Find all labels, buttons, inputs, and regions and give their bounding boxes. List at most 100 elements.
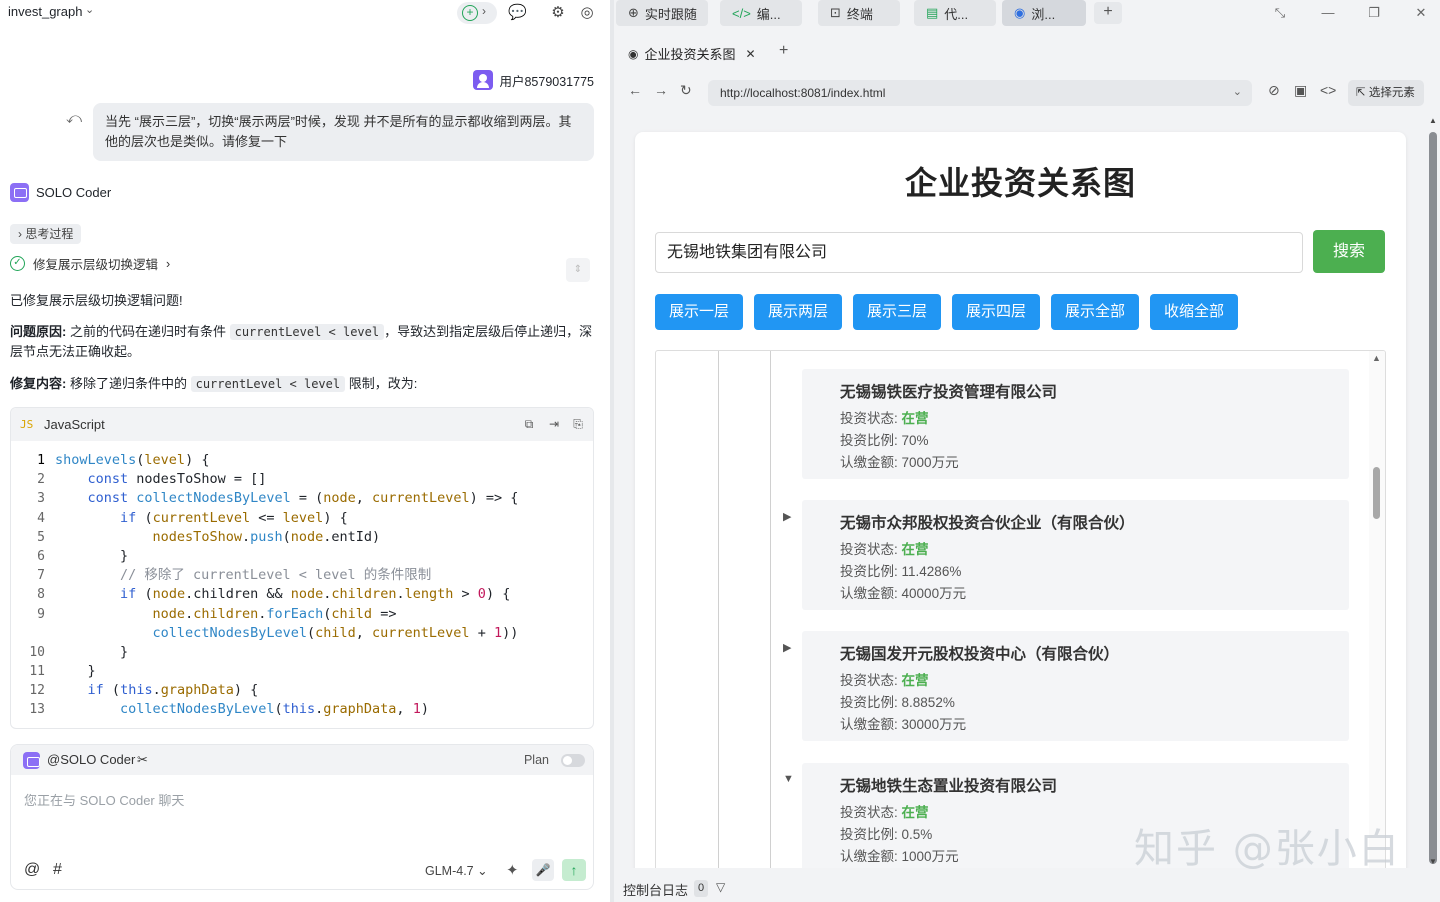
plan-toggle[interactable] <box>561 754 585 767</box>
scroll-up-icon[interactable]: ▲ <box>1429 116 1437 125</box>
tab-code[interactable]: ▤ 代... <box>914 0 996 26</box>
close-icon[interactable]: ✕ <box>746 47 756 61</box>
back-icon[interactable]: ← <box>628 82 642 98</box>
undo-icon[interactable]: ⤺ <box>66 110 82 127</box>
page-scrollbar[interactable]: ▲ ▼ <box>1426 112 1440 868</box>
collapse-arrow-icon[interactable]: ▼ <box>783 773 794 785</box>
field-label: 认缴金额: <box>840 455 898 470</box>
javascript-icon: JS <box>20 418 34 431</box>
context-button[interactable]: # <box>53 861 62 879</box>
chevron-down-icon[interactable]: ⌄ <box>1233 85 1242 98</box>
send-button[interactable]: ↑ <box>562 859 586 881</box>
show-level-3-button[interactable]: 展示三层 <box>853 294 941 330</box>
investment-status: 投资状态: 在营 <box>840 669 929 689</box>
tree-node[interactable]: ▶ 无锡国发开元股权投资中心（有限合伙） 投资状态: 在营 投资比例: 8.88… <box>783 631 1349 741</box>
search-button[interactable]: 搜索 <box>1313 230 1385 273</box>
chat-input[interactable]: 您正在与 SOLO Coder 聊天 <box>24 790 184 809</box>
browser-tab[interactable]: ◉ 企业投资关系图 ✕ <box>628 44 756 63</box>
agent-header: SOLO Coder <box>10 183 111 202</box>
apply-icon[interactable]: ⎘ <box>570 416 586 432</box>
show-level-1-button[interactable]: 展示一层 <box>655 294 743 330</box>
tree-node[interactable]: ▼ 无锡地铁生态置业投资有限公司 投资状态: 在营 投资比例: 0.5% 认缴金… <box>783 763 1349 868</box>
copy-icon[interactable]: ⧉ <box>521 416 537 432</box>
field-label: 投资比例: <box>840 827 898 842</box>
show-all-button[interactable]: 展示全部 <box>1051 294 1139 330</box>
expand-arrow-icon[interactable]: ▶ <box>783 641 791 654</box>
reply-cause: 问题原因: 之前的代码在递归时有条件 currentLevel < level，… <box>10 322 595 362</box>
terminal-icon: ⊡ <box>830 5 841 20</box>
code-line: 11 } <box>11 662 593 681</box>
add-context-button[interactable]: + › <box>457 2 497 24</box>
code-content: 1 showLevels(level) { 2 const nodesToShow… <box>11 441 593 720</box>
filter-icon[interactable]: ▽ <box>716 880 725 894</box>
step-item[interactable]: ✓ 修复展示层级切换逻辑 › <box>10 254 170 273</box>
chevron-right-icon: › <box>482 4 486 18</box>
mention-button[interactable]: @ <box>24 861 40 879</box>
insert-icon[interactable]: ⇥ <box>546 416 562 432</box>
tab-terminal[interactable]: ⊡ 终端 <box>818 0 900 26</box>
collapse-all-button[interactable]: 收缩全部 <box>1150 294 1238 330</box>
tab-browser[interactable]: ◉ 浏... <box>1002 0 1086 26</box>
microphone-icon[interactable]: 🎤 <box>532 859 554 881</box>
restore-icon[interactable]: ❐ <box>1364 3 1384 23</box>
chevron-down-icon[interactable]: ⌄ <box>85 3 94 16</box>
reload-icon[interactable]: ↻ <box>680 82 692 99</box>
account-icon[interactable]: ◎ <box>578 4 596 22</box>
page-container: 企业投资关系图 无锡地铁集团有限公司 搜索 展示一层 展示两层 展示三层 展示四… <box>635 132 1406 868</box>
code-line: 4 if (currentLevel <= level) { <box>11 509 593 528</box>
device-icon[interactable]: ▣ <box>1294 82 1307 99</box>
thinking-toggle[interactable]: › 思考过程 <box>10 224 82 244</box>
tab-editor[interactable]: </> 编... <box>720 0 802 26</box>
investment-tree[interactable]: 无锡锡铁医疗投资管理有限公司 投资状态: 在营 投资比例: 70% 认缴金额: … <box>655 350 1386 868</box>
scrollbar-thumb[interactable] <box>1373 467 1380 519</box>
subscribed-amount: 认缴金额: 30000万元 <box>840 713 966 733</box>
pick-element-label: 选择元素 <box>1368 87 1415 99</box>
sparkle-icon[interactable]: ✦ <box>506 861 519 879</box>
address-bar[interactable]: http://localhost:8081/index.html ⌄ <box>708 80 1252 106</box>
tools-icon[interactable]: ✂ <box>137 752 148 768</box>
show-level-2-button[interactable]: 展示两层 <box>754 294 842 330</box>
code-block-header: JS JavaScript ⧉ ⇥ ⎘ <box>11 408 593 441</box>
chevron-right-icon: › <box>166 256 171 271</box>
inline-code: currentLevel < level <box>190 376 346 392</box>
field-label: 认缴金额: <box>840 586 898 601</box>
user-name: 用户8579031775 <box>499 74 594 89</box>
status-badge: 在营 <box>901 673 929 688</box>
tab-label: 实时跟随 <box>644 6 697 22</box>
company-search-input[interactable]: 无锡地铁集团有限公司 <box>655 232 1303 273</box>
compass-icon[interactable]: ⊘ <box>1268 82 1280 99</box>
field-label: 投资比例: <box>840 695 898 710</box>
field-label: 认缴金额: <box>840 849 898 864</box>
minimize-icon[interactable]: — <box>1318 3 1338 23</box>
company-name: 无锡地铁生态置业投资有限公司 <box>840 778 1058 795</box>
agent-mention[interactable]: @SOLO Coder <box>47 752 135 767</box>
tab-follow[interactable]: ⊕ 实时跟随 <box>616 0 708 26</box>
show-level-4-button[interactable]: 展示四层 <box>952 294 1040 330</box>
tree-node[interactable]: 无锡锡铁医疗投资管理有限公司 投资状态: 在营 投资比例: 70% 认缴金额: … <box>802 369 1349 479</box>
gear-icon[interactable]: ⚙ <box>549 4 567 22</box>
new-tab-button[interactable]: + <box>779 42 788 60</box>
pick-element-button[interactable]: ⇱ 选择元素 <box>1348 80 1424 106</box>
code-line: 1 showLevels(level) { <box>11 451 593 470</box>
console-log-label[interactable]: 控制台日志 <box>623 880 688 899</box>
tree-scrollbar[interactable]: ▲ <box>1369 351 1385 868</box>
scrollbar-thumb[interactable] <box>1429 132 1437 864</box>
collapse-icon[interactable]: ⤡ <box>1270 3 1290 23</box>
amount-value: 40000万元 <box>901 586 967 601</box>
browser-panel: ⊕ 实时跟随 </> 编... ⊡ 终端 ▤ 代... ◉ 浏... + ⤡ — ❐ ✕ … <box>614 0 1440 902</box>
tree-node[interactable]: ▶ 无锡市众邦股权投资合伙企业（有限合伙） 投资状态: 在营 投资比例: 11.… <box>783 500 1349 610</box>
scroll-to-bottom-icon[interactable]: ⇕ <box>566 258 590 282</box>
new-chat-icon[interactable]: 💬 <box>508 4 527 22</box>
expand-arrow-icon[interactable]: ▶ <box>783 510 791 523</box>
add-tab-button[interactable]: + <box>1094 2 1122 24</box>
close-icon[interactable]: ✕ <box>1411 3 1431 23</box>
model-selector[interactable]: GLM-4.7 ⌄ <box>425 863 488 878</box>
devtools-icon[interactable]: <> <box>1320 82 1336 98</box>
project-name[interactable]: invest_graph <box>8 4 82 19</box>
tab-label: 代... <box>944 6 969 22</box>
code-line: 12 if (this.graphData) { <box>11 681 593 700</box>
scroll-down-icon[interactable]: ▼ <box>1429 857 1437 866</box>
scroll-up-icon[interactable]: ▲ <box>1372 353 1381 363</box>
inline-code: currentLevel < level <box>229 324 385 340</box>
forward-icon[interactable]: → <box>654 82 668 98</box>
